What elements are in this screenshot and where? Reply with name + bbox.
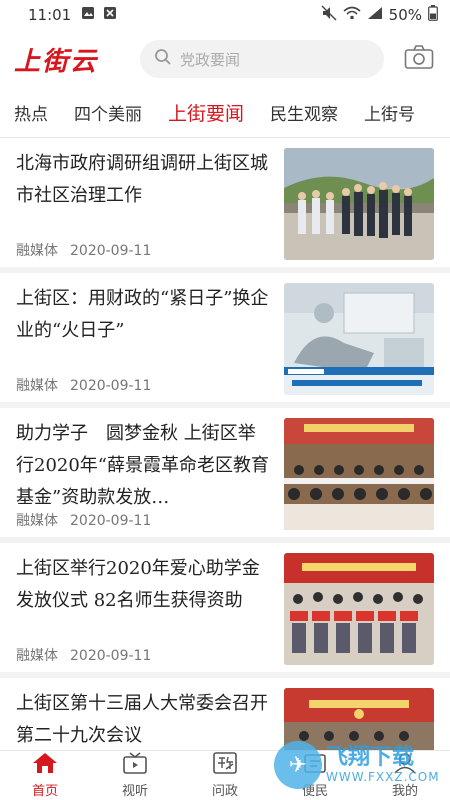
article-thumbnail bbox=[284, 553, 434, 665]
search-placeholder: 党政要闻 bbox=[180, 50, 241, 69]
article-source: 融媒体 bbox=[16, 378, 58, 394]
article-date: 2020-09-11 bbox=[70, 648, 152, 664]
article-item[interactable]: 上街区举行2020年爱心助学金发放仪式 82名师生获得资助 融媒体 2020-09… bbox=[0, 543, 450, 678]
article-item[interactable]: 上街区：用财政的“紧日子”换企业的“火日子” 融媒体 2020-09-11 bbox=[0, 273, 450, 408]
article-title: 上街区举行2020年爱心助学金发放仪式 82名师生获得资助 bbox=[16, 558, 260, 611]
camera-button[interactable] bbox=[402, 42, 436, 76]
app-header: 上街云 党政要闻 bbox=[0, 30, 450, 88]
battery-icon bbox=[428, 5, 438, 25]
article-thumbnail bbox=[284, 148, 434, 260]
app-logo: 上街云 bbox=[14, 46, 99, 77]
article-title: 上街区：用财政的“紧日子”换企业的“火日子” bbox=[16, 288, 269, 341]
status-bar: 11:01 50% bbox=[0, 0, 450, 30]
wifi-icon bbox=[343, 6, 361, 24]
article-date: 2020-09-11 bbox=[70, 243, 152, 259]
tab-shangjie-news[interactable]: 上街要闻 bbox=[155, 99, 257, 126]
category-tabs: 热点 四个美丽 上街要闻 民生观察 上街号 bbox=[0, 88, 450, 138]
home-icon bbox=[32, 752, 58, 780]
politics-icon bbox=[212, 752, 238, 780]
article-meta: 融媒体 2020-09-11 bbox=[16, 510, 151, 530]
article-item[interactable]: 北海市政府调研组调研上街区城市社区治理工作 融媒体 2020-09-11 bbox=[0, 138, 450, 273]
nav-video[interactable]: 视听 bbox=[90, 751, 180, 800]
tv-icon bbox=[122, 752, 148, 780]
article-meta: 融媒体 2020-09-11 bbox=[16, 375, 151, 395]
article-title: 上街区第十三届人大常委会召开第二十九次会议 bbox=[16, 693, 268, 746]
search-icon bbox=[154, 48, 180, 70]
status-time: 11:01 bbox=[28, 6, 72, 24]
tab-four-beauties[interactable]: 四个美丽 bbox=[61, 100, 155, 125]
article-source: 融媒体 bbox=[16, 513, 58, 529]
tab-shangjie-account[interactable]: 上街号 bbox=[351, 100, 428, 125]
watermark: ✈ 飞翔下载 WWW.FXXZ.COM bbox=[274, 736, 442, 794]
article-thumbnail bbox=[284, 418, 434, 530]
mute-icon bbox=[321, 5, 337, 25]
article-source: 融媒体 bbox=[16, 648, 58, 664]
watermark-url: WWW.FXXZ.COM bbox=[326, 769, 440, 784]
search-input[interactable]: 党政要闻 bbox=[140, 40, 384, 78]
signal-icon bbox=[367, 6, 383, 24]
nav-video-label: 视听 bbox=[121, 784, 148, 799]
watermark-brand: 飞翔下载 bbox=[326, 745, 415, 771]
article-title: 北海市政府调研组调研上街区城市社区治理工作 bbox=[16, 153, 268, 206]
nav-home[interactable]: 首页 bbox=[0, 751, 90, 800]
article-source: 融媒体 bbox=[16, 243, 58, 259]
nav-inquiry[interactable]: 问政 bbox=[180, 751, 270, 800]
watermark-logo-icon: ✈ bbox=[274, 741, 322, 789]
tab-hot[interactable]: 热点 bbox=[0, 100, 61, 125]
battery-level: 50% bbox=[388, 6, 422, 24]
camera-icon bbox=[404, 44, 434, 74]
article-item[interactable]: 助力学子 圆梦金秋 上街区举行2020年“薛景霞革命老区教育基金”资助款发放… … bbox=[0, 408, 450, 543]
article-date: 2020-09-11 bbox=[70, 513, 152, 529]
article-meta: 融媒体 2020-09-11 bbox=[16, 240, 151, 260]
article-thumbnail bbox=[284, 283, 434, 395]
nav-home-label: 首页 bbox=[31, 784, 58, 799]
article-date: 2020-09-11 bbox=[70, 378, 152, 394]
article-list: 北海市政府调研组调研上街区城市社区治理工作 融媒体 2020-09-11 上街区：… bbox=[0, 138, 450, 750]
article-title: 助力学子 圆梦金秋 上街区举行2020年“薛景霞革命老区教育基金”资助款发放… bbox=[16, 423, 270, 508]
article-meta: 融媒体 2020-09-11 bbox=[16, 645, 151, 665]
gallery-icon bbox=[81, 6, 95, 24]
notification-icon bbox=[103, 6, 117, 24]
tab-livelihood[interactable]: 民生观察 bbox=[257, 100, 351, 125]
nav-inquiry-label: 问政 bbox=[211, 784, 238, 799]
